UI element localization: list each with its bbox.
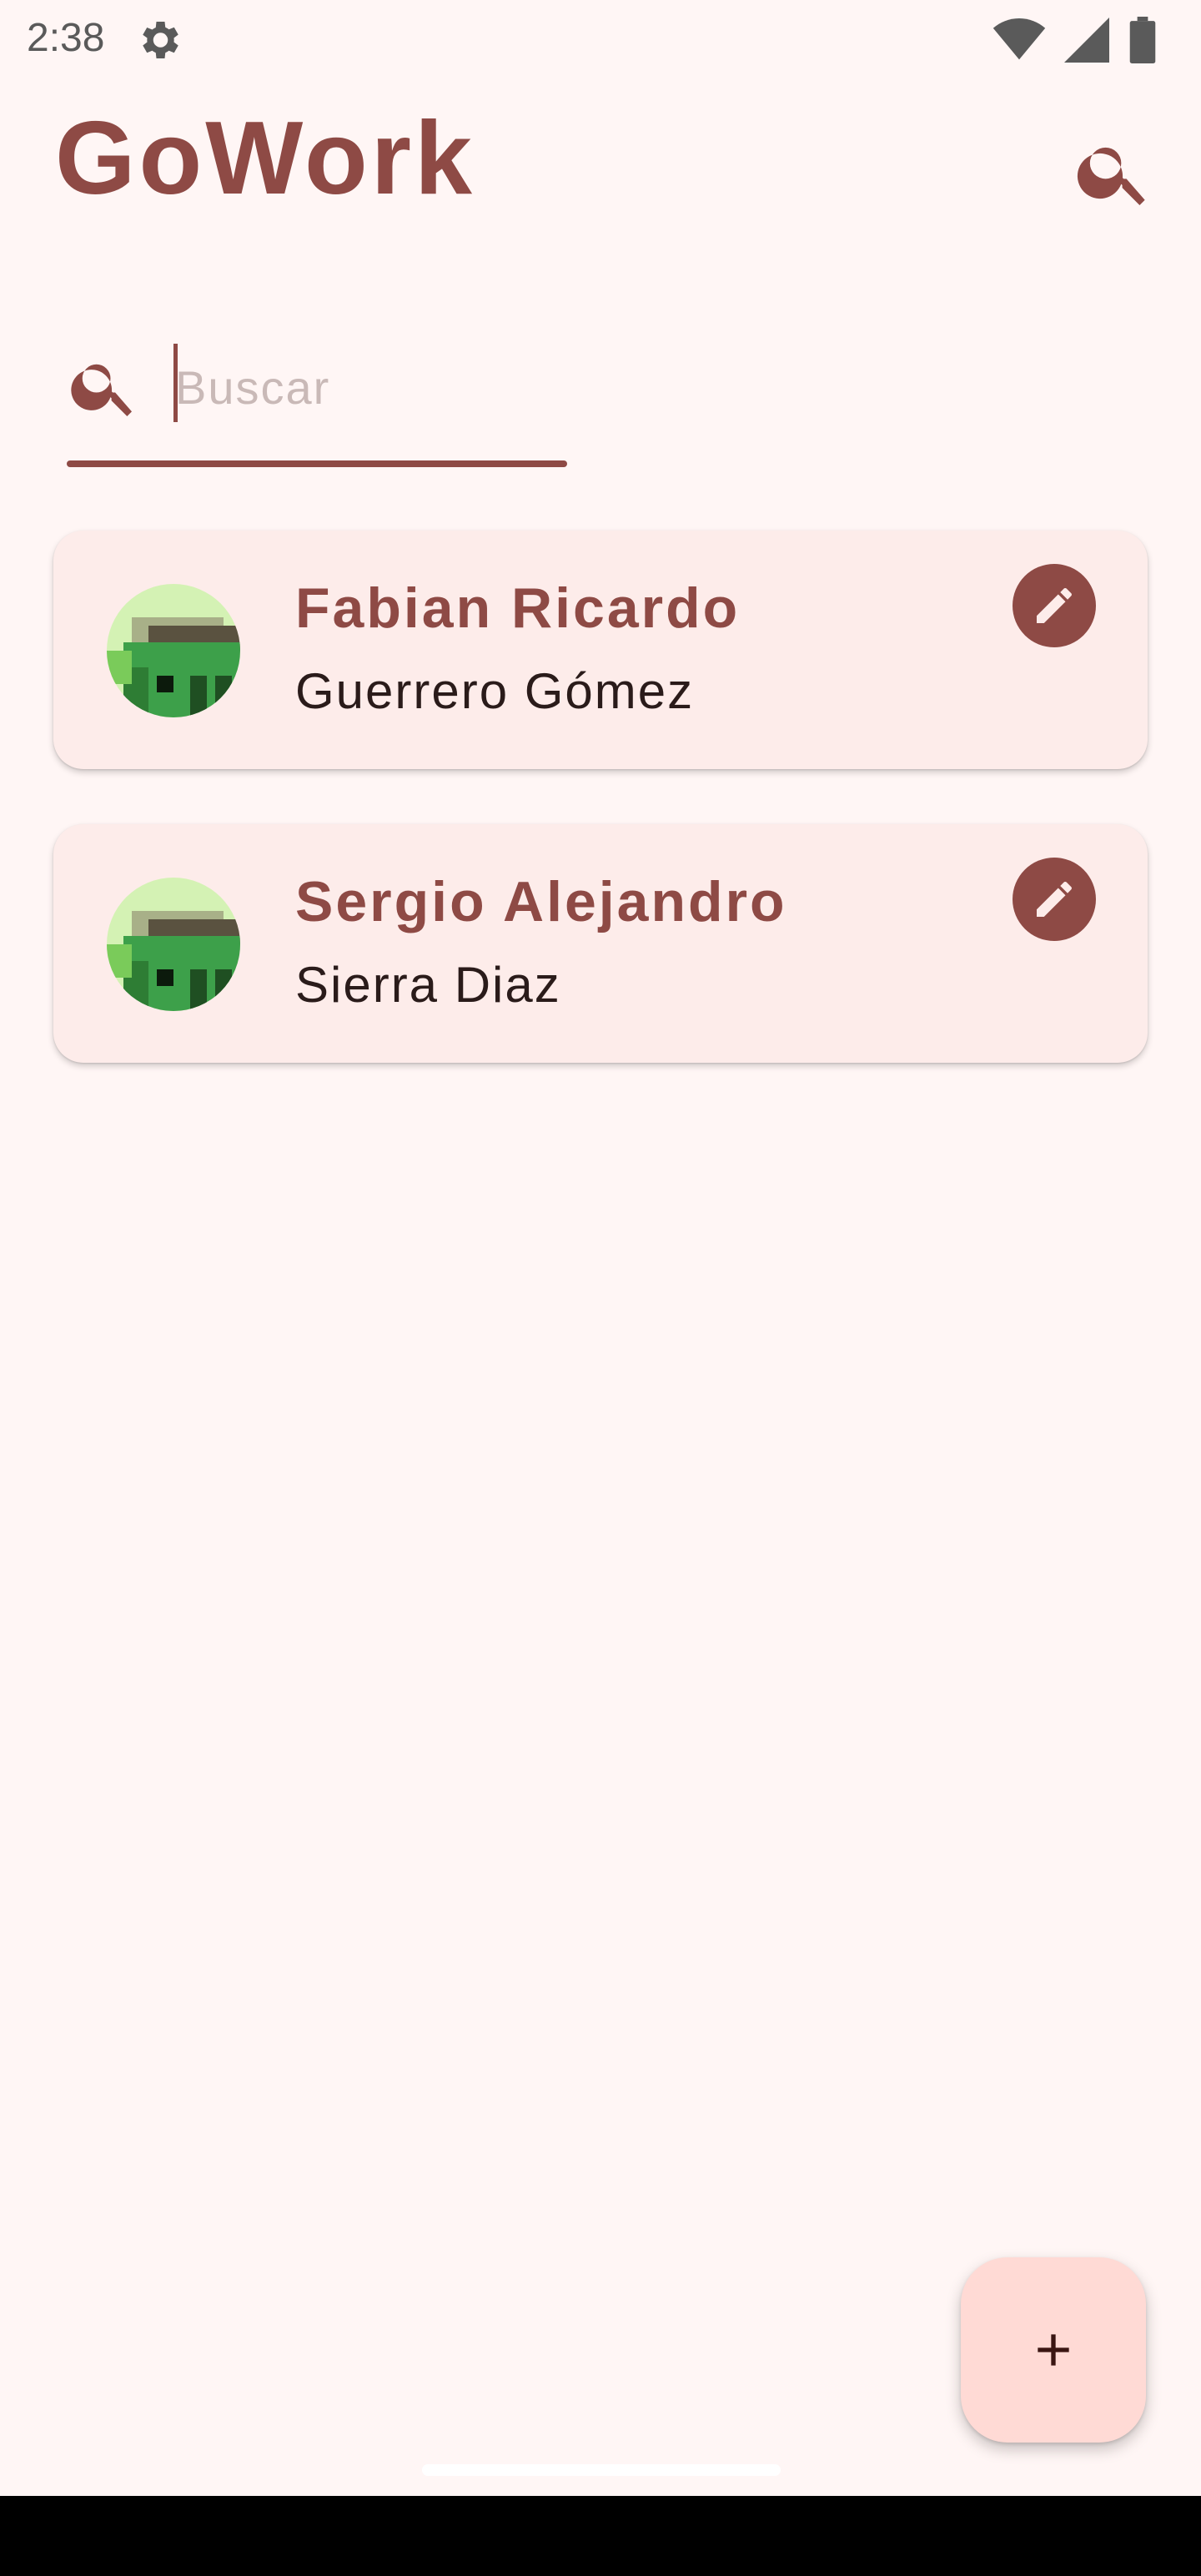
contact-last-name: Guerrero Gómez [295, 663, 695, 719]
contact-card[interactable]: Sergio Alejandro Sierra Diaz [53, 824, 1148, 1063]
wifi-icon [992, 18, 1046, 60]
pixel-art-avatar [107, 584, 240, 717]
contact-card[interactable]: Fabian Ricardo Guerrero Gómez [53, 531, 1148, 769]
pixel-art-avatar [107, 878, 240, 1011]
contact-first-name: Sergio Alejandro [295, 870, 787, 933]
app-title: GoWork [55, 101, 475, 216]
home-gesture-handle[interactable] [422, 2464, 781, 2476]
add-icon [1038, 2334, 1069, 2366]
battery-icon [1129, 17, 1156, 63]
status-icons [992, 17, 1158, 63]
search-field[interactable] [67, 325, 567, 472]
edit-button[interactable] [1013, 858, 1096, 941]
contact-last-name: Sierra Diaz [295, 957, 561, 1013]
system-nav-bar [0, 2496, 1201, 2576]
search-input[interactable] [175, 345, 542, 429]
status-time: 2:38 [27, 16, 105, 60]
signal-icon [1064, 18, 1109, 63]
text-cursor [173, 344, 178, 422]
edit-button[interactable] [1013, 564, 1096, 647]
edit-pencil-icon [1037, 881, 1072, 917]
search-icon [71, 364, 132, 416]
status-bar: 2:38 [0, 0, 1201, 80]
search-icon[interactable] [1073, 130, 1156, 214]
add-contact-fab[interactable] [961, 2257, 1146, 2443]
edit-pencil-icon [1037, 587, 1072, 623]
settings-gear-icon [143, 22, 178, 58]
contact-first-name: Fabian Ricardo [295, 576, 741, 640]
search-underline [67, 460, 567, 467]
